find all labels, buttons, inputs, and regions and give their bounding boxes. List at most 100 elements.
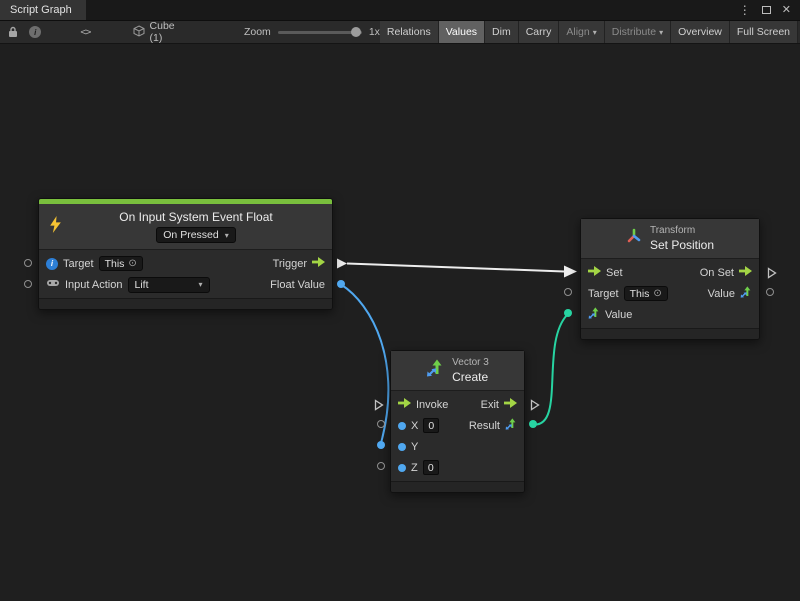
cube-icon [133, 25, 145, 40]
zoom-slider-knob[interactable] [351, 27, 361, 37]
vector3-z-port[interactable] [377, 462, 385, 470]
node-vector3-create[interactable]: Vector 3 Create Invoke Exit [390, 350, 525, 493]
port-row-target-value: Target This ⊙ Value [581, 283, 759, 304]
vector3-node-header: Vector 3 Create [391, 351, 524, 390]
flow-arrow-icon [504, 398, 517, 411]
dim-button[interactable]: Dim [485, 21, 519, 43]
trigger-port-label: Trigger [273, 258, 307, 270]
window-controls: ⋮ ✕ [739, 0, 800, 20]
target-value-pill[interactable]: This ⊙ [624, 286, 668, 301]
node-transform-set-position[interactable]: Transform Set Position Set On Set [580, 218, 760, 340]
port-row-z: Z 0 [391, 457, 524, 478]
graph-context[interactable]: Cube (1) [133, 20, 186, 44]
transform-node-header: Transform Set Position [581, 219, 759, 258]
target-value-pill[interactable]: This ⊙ [99, 256, 143, 271]
caret-down-icon: ▾ [593, 28, 597, 37]
toolbar-buttons: Relations Values Dim Carry Align▾ Distri… [380, 21, 798, 43]
vector3-node-title: Create [452, 370, 488, 384]
on-set-port-label: On Set [700, 267, 734, 279]
vector3-type-label: Vector 3 [452, 357, 489, 368]
value-in-port-label: Value [605, 309, 632, 321]
lightning-icon [49, 216, 62, 238]
transform-target-port[interactable] [564, 288, 572, 296]
event-mode-dropdown[interactable]: On Pressed ▾ [156, 227, 235, 243]
carry-button[interactable]: Carry [519, 21, 560, 43]
z-port-label: Z [411, 462, 418, 474]
trigger-out-arrow [337, 259, 347, 269]
set-port-label: Set [606, 267, 623, 279]
port-row-value-in: Value [581, 304, 759, 325]
x-port-dot[interactable] [398, 422, 406, 430]
target-port-label: Target [63, 258, 94, 270]
transform-node-body: Set On Set Target This ⊙ [581, 258, 759, 328]
input-action-port-label: Input Action [65, 279, 123, 291]
port-row-target-trigger: i Target This ⊙ Trigger [39, 253, 332, 274]
zoom-slider[interactable] [278, 31, 362, 34]
caret-down-icon: ▾ [659, 28, 663, 37]
values-button[interactable]: Values [439, 21, 485, 43]
x-value-field[interactable]: 0 [423, 418, 439, 433]
info-icon[interactable]: i [24, 21, 46, 43]
context-label: Cube (1) [150, 20, 186, 44]
z-port-dot[interactable] [398, 464, 406, 472]
overview-button[interactable]: Overview [671, 21, 730, 43]
vector3-icon [426, 359, 444, 382]
code-view-icon[interactable]: <> [74, 21, 96, 43]
vector3-invoke-port[interactable] [374, 398, 384, 416]
flow-arrow-icon [739, 266, 752, 279]
vector3-node-body: Invoke Exit X 0 [391, 390, 524, 481]
transform-node-title: Set Position [650, 238, 714, 252]
connection-arrowhead [564, 266, 577, 278]
vector3-mini-icon [588, 307, 600, 322]
node-on-input-system-event-float[interactable]: On Input System Event Float On Pressed ▾… [38, 198, 333, 310]
flow-arrow-icon [588, 266, 601, 279]
relations-button[interactable]: Relations [380, 21, 439, 43]
connection-trigger-to-set [347, 264, 564, 272]
transform-value-out-port[interactable] [766, 288, 774, 296]
tab-label: Script Graph [10, 4, 72, 16]
exit-port-label: Exit [481, 399, 499, 411]
event-node-title: On Input System Event Float [119, 210, 272, 224]
script-graph-window: Script Graph ⋮ ✕ i <> Cube (1) Zoom [0, 0, 800, 601]
y-port-label: Y [411, 441, 418, 453]
transform-on-set-port[interactable] [767, 266, 777, 284]
event-input-action-port[interactable] [24, 280, 32, 288]
distribute-button[interactable]: Distribute▾ [605, 21, 671, 43]
titlebar: Script Graph ⋮ ✕ [0, 0, 800, 21]
zoom-control: Zoom 1x [244, 26, 380, 38]
transform-node-footer [581, 328, 759, 339]
zoom-label: Zoom [244, 26, 271, 38]
event-node-body: i Target This ⊙ Trigger [39, 249, 332, 298]
port-row-inputaction-floatvalue: Input Action Lift ▾ Float Value [39, 274, 332, 295]
fullscreen-button[interactable]: Full Screen [730, 21, 798, 43]
port-row-x-result: X 0 Result [391, 415, 524, 436]
event-float-value-port[interactable] [337, 280, 345, 288]
object-picker-icon: ⊙ [128, 258, 136, 269]
event-node-header: On Input System Event Float On Pressed ▾ [39, 204, 332, 249]
close-icon[interactable]: ✕ [782, 5, 791, 16]
event-target-port[interactable] [24, 259, 32, 267]
kebab-menu-icon[interactable]: ⋮ [739, 4, 751, 16]
input-action-dropdown[interactable]: Lift ▾ [128, 277, 210, 293]
titlebar-spacer [86, 0, 739, 20]
lock-icon[interactable] [2, 21, 24, 43]
vector3-exit-port[interactable] [530, 398, 540, 416]
x-port-label: X [411, 420, 418, 432]
vector3-result-port[interactable] [529, 420, 537, 428]
vector3-y-port[interactable] [377, 441, 385, 449]
graph-canvas[interactable]: On Input System Event Float On Pressed ▾… [0, 44, 800, 601]
y-port-dot[interactable] [398, 443, 406, 451]
value-out-port-label: Value [708, 288, 735, 300]
flow-arrow-icon [398, 398, 411, 411]
event-node-footer [39, 298, 332, 309]
invoke-port-label: Invoke [416, 399, 448, 411]
maximize-icon[interactable] [762, 6, 771, 14]
align-button[interactable]: Align▾ [559, 21, 604, 43]
vector3-x-port[interactable] [377, 420, 385, 428]
tab-script-graph[interactable]: Script Graph [0, 0, 86, 20]
zoom-value: 1x [369, 26, 380, 38]
transform-value-in-port[interactable] [564, 309, 572, 317]
z-value-field[interactable]: 0 [423, 460, 439, 475]
vector3-node-footer [391, 481, 524, 492]
caret-down-icon: ▾ [198, 280, 202, 289]
